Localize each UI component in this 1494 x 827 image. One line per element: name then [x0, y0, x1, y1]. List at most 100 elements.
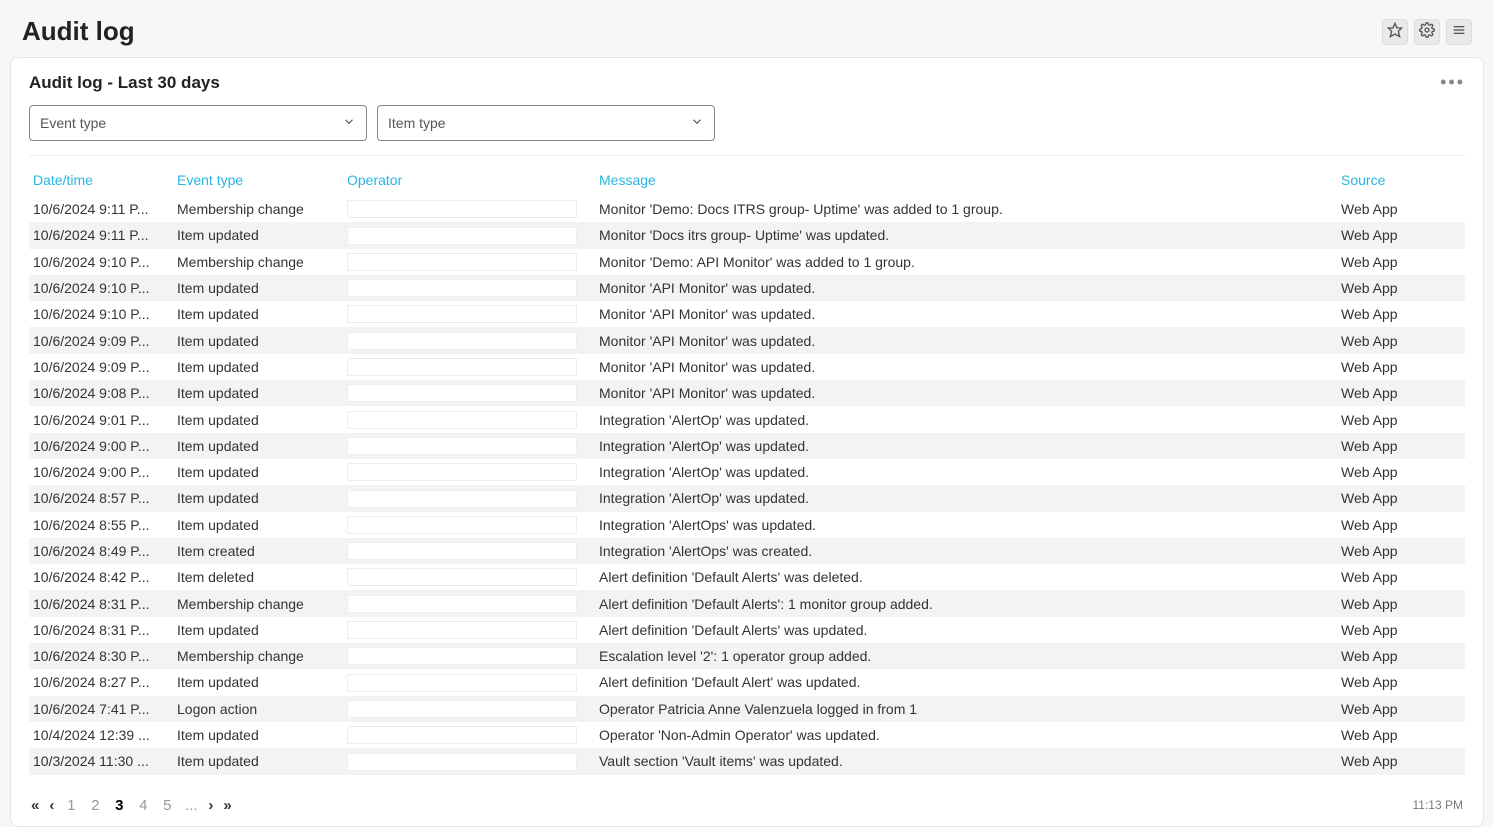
table-header-row: Date/time Event type Operator Message So…: [29, 166, 1465, 196]
table-row[interactable]: 10/6/2024 8:42 P...Item deletedAlert def…: [29, 564, 1465, 590]
table-row[interactable]: 10/6/2024 9:10 P...Item updatedMonitor '…: [29, 301, 1465, 327]
cell-operator: [343, 222, 595, 248]
page-number[interactable]: 3: [112, 797, 126, 814]
favorite-button[interactable]: [1382, 19, 1408, 45]
table-row[interactable]: 10/4/2024 12:39 ...Item updatedOperator …: [29, 722, 1465, 748]
cell-source: Web App: [1337, 380, 1465, 406]
cell-datetime: 10/6/2024 9:00 P...: [29, 433, 173, 459]
star-icon: [1387, 22, 1403, 41]
cell-message: Monitor 'API Monitor' was updated.: [595, 380, 1337, 406]
cell-message: Alert definition 'Default Alerts': 1 mon…: [595, 590, 1337, 616]
table-row[interactable]: 10/6/2024 8:31 P...Item updatedAlert def…: [29, 617, 1465, 643]
audit-table: Date/time Event type Operator Message So…: [29, 166, 1465, 775]
menu-button[interactable]: [1446, 19, 1472, 45]
page-number[interactable]: 2: [88, 797, 102, 814]
table-row[interactable]: 10/6/2024 9:00 P...Item updatedIntegrati…: [29, 433, 1465, 459]
cell-operator: [343, 696, 595, 722]
table-row[interactable]: 10/3/2024 11:30 ...Item updatedVault sec…: [29, 748, 1465, 774]
table-row[interactable]: 10/6/2024 8:57 P...Item updatedIntegrati…: [29, 485, 1465, 511]
cell-source: Web App: [1337, 222, 1465, 248]
page-number[interactable]: 1: [64, 797, 78, 814]
cell-event-type: Item updated: [173, 406, 343, 432]
cell-message: Monitor 'Demo: API Monitor' was added to…: [595, 249, 1337, 275]
cell-event-type: Item updated: [173, 301, 343, 327]
cell-event-type: Item created: [173, 538, 343, 564]
page-last[interactable]: »: [223, 797, 231, 814]
cell-operator: [343, 748, 595, 774]
table-row[interactable]: 10/6/2024 9:10 P...Membership changeMoni…: [29, 249, 1465, 275]
operator-redacted: [347, 253, 577, 271]
cell-message: Escalation level '2': 1 operator group a…: [595, 643, 1337, 669]
col-datetime[interactable]: Date/time: [29, 166, 173, 196]
table-row[interactable]: 10/6/2024 9:01 P...Item updatedIntegrati…: [29, 406, 1465, 432]
redacted-text: [919, 703, 999, 717]
operator-redacted: [347, 516, 577, 534]
table-row[interactable]: 10/6/2024 9:11 P...Membership changeMoni…: [29, 196, 1465, 222]
page-number[interactable]: 5: [160, 797, 174, 814]
cell-event-type: Item updated: [173, 512, 343, 538]
page-prev[interactable]: ‹: [49, 797, 54, 814]
cell-event-type: Membership change: [173, 590, 343, 616]
operator-redacted: [347, 490, 577, 508]
cell-source: Web App: [1337, 669, 1465, 695]
cell-source: Web App: [1337, 643, 1465, 669]
cell-datetime: 10/3/2024 11:30 ...: [29, 748, 173, 774]
cell-event-type: Item updated: [173, 459, 343, 485]
table-row[interactable]: 10/6/2024 9:09 P...Item updatedMonitor '…: [29, 327, 1465, 353]
footer-time: 11:13 PM: [1413, 798, 1463, 812]
page-number[interactable]: 4: [136, 797, 150, 814]
cell-source: Web App: [1337, 327, 1465, 353]
card-more-button[interactable]: •••: [1440, 72, 1465, 93]
cell-datetime: 10/6/2024 8:49 P...: [29, 538, 173, 564]
cell-message: Alert definition 'Default Alerts' was up…: [595, 617, 1337, 643]
page-ellipsis: ...: [184, 797, 198, 814]
cell-operator: [343, 249, 595, 275]
cell-operator: [343, 564, 595, 590]
cell-event-type: Item updated: [173, 748, 343, 774]
cell-message: Alert definition 'Default Alerts' was de…: [595, 564, 1337, 590]
table-row[interactable]: 10/6/2024 9:11 P...Item updatedMonitor '…: [29, 222, 1465, 248]
cell-message: Integration 'AlertOp' was updated.: [595, 459, 1337, 485]
col-message[interactable]: Message: [595, 166, 1337, 196]
cell-message: Monitor 'API Monitor' was updated.: [595, 354, 1337, 380]
cell-event-type: Item updated: [173, 354, 343, 380]
table-row[interactable]: 10/6/2024 8:49 P...Item createdIntegrati…: [29, 538, 1465, 564]
col-operator[interactable]: Operator: [343, 166, 595, 196]
hamburger-icon: [1451, 22, 1467, 41]
col-event-type[interactable]: Event type: [173, 166, 343, 196]
cell-event-type: Item updated: [173, 669, 343, 695]
cell-operator: [343, 406, 595, 432]
chevron-down-icon: [342, 115, 356, 132]
cell-operator: [343, 301, 595, 327]
settings-button[interactable]: [1414, 19, 1440, 45]
table-row[interactable]: 10/6/2024 8:55 P...Item updatedIntegrati…: [29, 512, 1465, 538]
cell-operator: [343, 512, 595, 538]
cell-message: Monitor 'API Monitor' was updated.: [595, 275, 1337, 301]
table-row[interactable]: 10/6/2024 9:00 P...Item updatedIntegrati…: [29, 459, 1465, 485]
page-next[interactable]: ›: [208, 797, 213, 814]
table-row[interactable]: 10/6/2024 8:27 P...Item updatedAlert def…: [29, 669, 1465, 695]
cell-operator: [343, 459, 595, 485]
table-row[interactable]: 10/6/2024 7:41 P...Logon actionOperator …: [29, 696, 1465, 722]
col-source[interactable]: Source: [1337, 166, 1465, 196]
table-row[interactable]: 10/6/2024 9:09 P...Item updatedMonitor '…: [29, 354, 1465, 380]
cell-event-type: Item updated: [173, 433, 343, 459]
item-type-select[interactable]: Item type: [377, 105, 715, 141]
header-actions: [1382, 19, 1472, 45]
table-row[interactable]: 10/6/2024 9:08 P...Item updatedMonitor '…: [29, 380, 1465, 406]
cell-source: Web App: [1337, 301, 1465, 327]
cell-event-type: Item updated: [173, 380, 343, 406]
operator-redacted: [347, 437, 577, 455]
cell-message: Integration 'AlertOps' was updated.: [595, 512, 1337, 538]
operator-redacted: [347, 700, 577, 718]
cell-message: Monitor 'Demo: Docs ITRS group- Uptime' …: [595, 196, 1337, 222]
table-row[interactable]: 10/6/2024 8:31 P...Membership changeAler…: [29, 590, 1465, 616]
cell-event-type: Item updated: [173, 617, 343, 643]
cell-datetime: 10/6/2024 9:01 P...: [29, 406, 173, 432]
table-row[interactable]: 10/6/2024 8:30 P...Membership changeEsca…: [29, 643, 1465, 669]
event-type-select[interactable]: Event type: [29, 105, 367, 141]
cell-datetime: 10/4/2024 12:39 ...: [29, 722, 173, 748]
page-first[interactable]: «: [31, 797, 39, 814]
table-row[interactable]: 10/6/2024 9:10 P...Item updatedMonitor '…: [29, 275, 1465, 301]
cell-source: Web App: [1337, 590, 1465, 616]
